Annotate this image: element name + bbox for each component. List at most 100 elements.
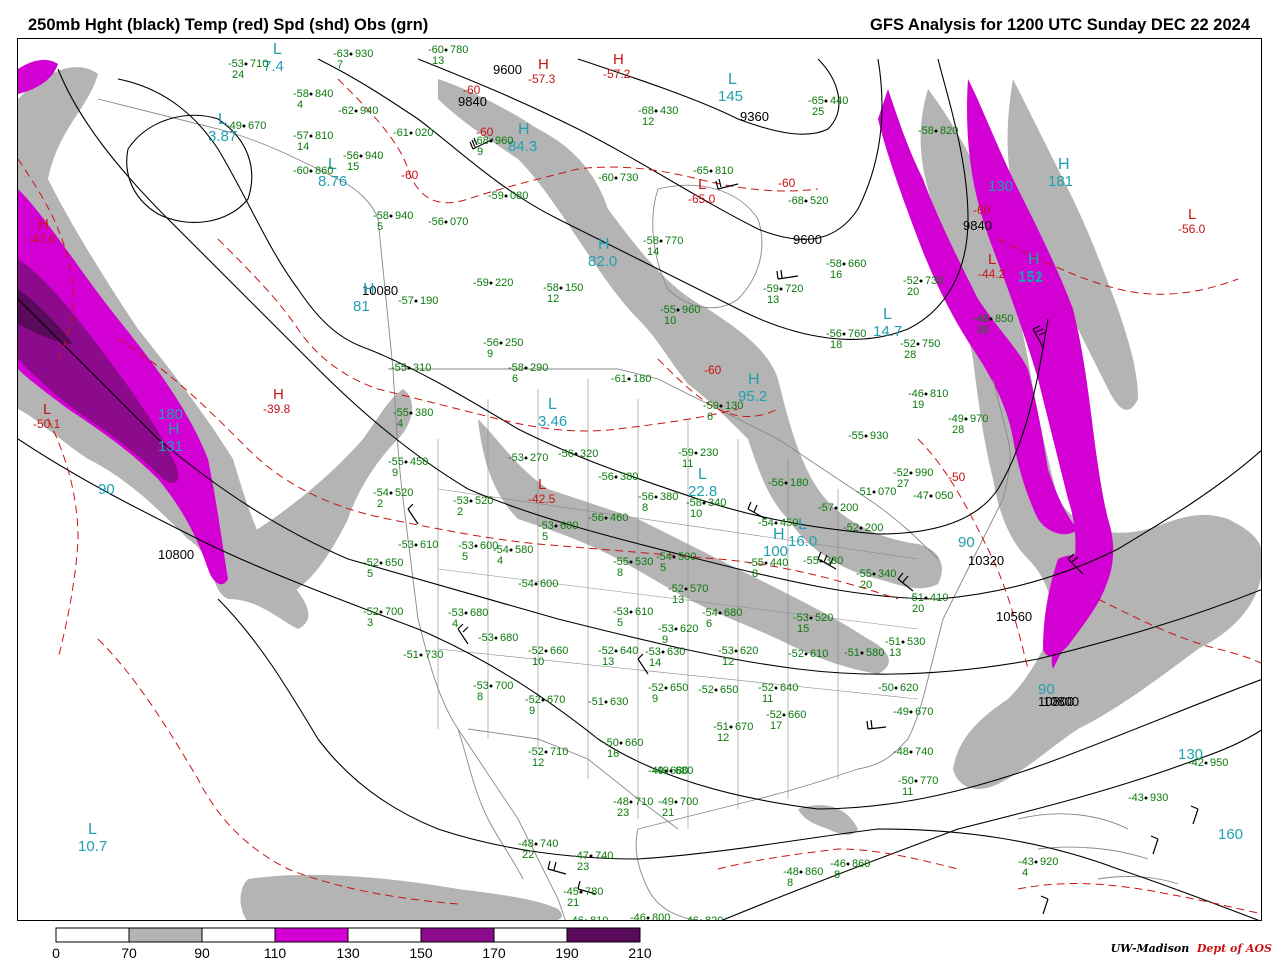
legend-label: 0 bbox=[52, 945, 60, 961]
obs-dewpoint-depression: 16 bbox=[830, 269, 842, 281]
obs-station-dot bbox=[359, 154, 363, 158]
speed-center-symbol: H bbox=[1058, 156, 1070, 173]
obs-station-dot bbox=[729, 725, 733, 729]
speed-center-symbol: H bbox=[518, 121, 530, 138]
obs-station-dot bbox=[709, 169, 713, 173]
obs-dewpoint-depression: 8 bbox=[834, 869, 840, 881]
obs-station-dot bbox=[909, 471, 913, 475]
obs-station-dot bbox=[419, 653, 423, 657]
obs-station-dot bbox=[1204, 761, 1208, 765]
obs-station-dot bbox=[574, 452, 578, 456]
obs-station-dot bbox=[804, 199, 808, 203]
speed-center-value: 3.46 bbox=[538, 413, 567, 430]
obs-dewpoint-depression: 13 bbox=[432, 55, 444, 67]
obs-station-dot bbox=[864, 434, 868, 438]
obs-dewpoint-depression: 13 bbox=[767, 294, 779, 306]
obs-dewpoint-depression: 9 bbox=[529, 705, 535, 717]
speed-contour-label: 90 bbox=[958, 534, 975, 551]
obs-height: 770 bbox=[665, 235, 683, 247]
obs-height: 340 bbox=[708, 497, 726, 509]
obs-dewpoint-depression: 13 bbox=[889, 647, 901, 659]
obs-height: 610 bbox=[420, 539, 438, 551]
obs-station-dot bbox=[654, 495, 658, 499]
wind-barb bbox=[457, 623, 469, 645]
obs-height: 950 bbox=[1210, 757, 1228, 769]
obs-station-dot bbox=[676, 308, 680, 312]
obs-station-dot bbox=[846, 862, 850, 866]
obs-dewpoint-depression: 28 bbox=[952, 424, 964, 436]
height-contour-label: 9360 bbox=[740, 109, 769, 124]
obs-dewpoint-depression: 21 bbox=[567, 897, 579, 909]
obs-height: 200 bbox=[865, 522, 883, 534]
obs-station-dot bbox=[804, 652, 808, 656]
obs-temperature: -61 bbox=[611, 373, 627, 385]
wind-barb bbox=[1190, 805, 1199, 825]
obs-dewpoint-depression: 8 bbox=[752, 568, 758, 580]
obs-temperature: -50 bbox=[878, 682, 894, 694]
speed-center-symbol: H bbox=[598, 236, 610, 253]
obs-temperature: -55 bbox=[848, 430, 864, 442]
legend-swatch bbox=[274, 927, 349, 943]
obs-dewpoint-depression: 17 bbox=[770, 720, 782, 732]
obs-height: 180 bbox=[790, 477, 808, 489]
height-contour-label: 10320 bbox=[968, 553, 1004, 568]
obs-station-dot bbox=[619, 741, 623, 745]
obs-height: 670 bbox=[915, 706, 933, 718]
border-us-mexico bbox=[467, 728, 679, 830]
obs-station-dot bbox=[589, 854, 593, 858]
obs-temperature: -56 bbox=[598, 471, 614, 483]
obs-station-dot bbox=[614, 649, 618, 653]
obs-station-dot bbox=[242, 124, 246, 128]
speed-center-value: 181 bbox=[1048, 173, 1073, 190]
speed-center-symbol: L bbox=[548, 396, 557, 413]
obs-height: 600 bbox=[540, 578, 558, 590]
temp-contour-label: -50 bbox=[948, 470, 966, 484]
obs-height: 700 bbox=[495, 680, 513, 692]
obs-dewpoint-depression: 9 bbox=[477, 146, 483, 158]
coastline-gulf bbox=[637, 738, 909, 830]
weather-map: 9360 9600 9840 10080 10320 10560 10800 9600 9840… bbox=[17, 38, 1262, 921]
obs-height: 810 bbox=[715, 165, 733, 177]
obs-temperature: -53 bbox=[398, 539, 414, 551]
credit-line: UW-Madison Dept of AOS bbox=[1111, 942, 1272, 955]
obs-station-dot bbox=[544, 750, 548, 754]
obs-dewpoint-depression: 16 bbox=[607, 748, 619, 760]
speed-center-symbol: L bbox=[798, 516, 807, 533]
obs-station-dot bbox=[779, 287, 783, 291]
obs-height: 740 bbox=[915, 746, 933, 758]
wind-barb bbox=[866, 719, 887, 730]
obs-dewpoint-depression: 12 bbox=[547, 293, 559, 305]
temp-center-symbol: L bbox=[698, 176, 706, 193]
obs-station-dot bbox=[964, 417, 968, 421]
obs-height: 070 bbox=[878, 486, 896, 498]
obs-height: 250 bbox=[505, 337, 523, 349]
temp-center-symbol: L bbox=[538, 476, 546, 493]
obs-station-dot bbox=[444, 220, 448, 224]
obs-height: 820 bbox=[940, 125, 958, 137]
obs-height: 860 bbox=[805, 866, 823, 878]
obs-station-dot bbox=[541, 698, 545, 702]
obs-height: 840 bbox=[315, 88, 333, 100]
height-contour-label: 10560 bbox=[996, 609, 1032, 624]
obs-station-dot bbox=[694, 451, 698, 455]
obs-station-dot bbox=[407, 366, 411, 370]
obs-height: 720 bbox=[785, 283, 803, 295]
temp-contour-label: -60 bbox=[463, 83, 481, 97]
obs-station-dot bbox=[544, 649, 548, 653]
obs-station-dot bbox=[924, 392, 928, 396]
obs-temperature: -52 bbox=[843, 522, 859, 534]
temp-center-symbol: H bbox=[38, 216, 49, 233]
obs-station-dot bbox=[379, 561, 383, 565]
obs-dewpoint-depression: 10 bbox=[690, 508, 702, 520]
obs-height: 430 bbox=[660, 105, 678, 117]
obs-height: 180 bbox=[633, 373, 651, 385]
obs-station-dot bbox=[702, 501, 706, 505]
temp-center-symbol: H bbox=[273, 386, 284, 403]
obs-station-dot bbox=[914, 779, 918, 783]
obs-temperature: -56 bbox=[588, 512, 604, 524]
coastline-mexico-east bbox=[635, 828, 698, 920]
obs-height: 920 bbox=[1040, 856, 1058, 868]
obs-height: 530 bbox=[635, 556, 653, 568]
obs-dewpoint-depression: 4 bbox=[1022, 867, 1028, 879]
obs-station-dot bbox=[474, 544, 478, 548]
